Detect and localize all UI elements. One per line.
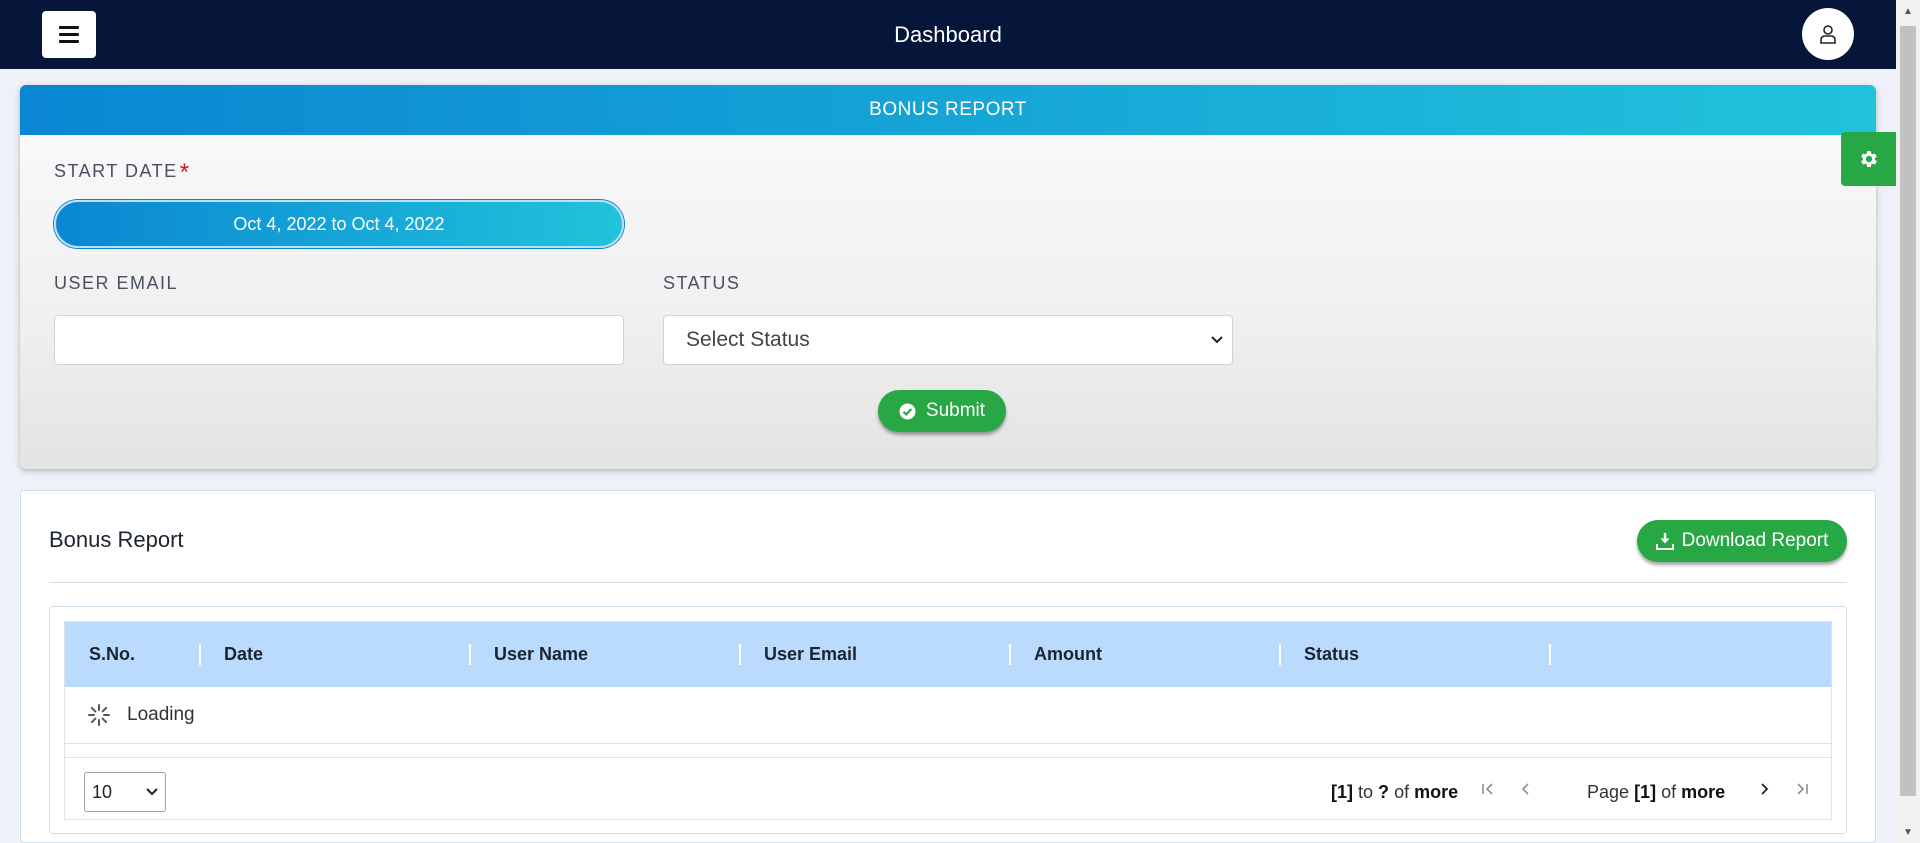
- column-resizer[interactable]: [1549, 644, 1551, 665]
- page-scrollbar[interactable]: ▲ ▼: [1896, 0, 1920, 843]
- column-header-status[interactable]: Status: [1304, 622, 1359, 687]
- user-email-label: USER EMAIL: [54, 273, 179, 293]
- status-select[interactable]: Select Status: [663, 315, 1233, 365]
- scroll-down-icon[interactable]: ▼: [1896, 821, 1920, 843]
- gear-icon: [1860, 151, 1877, 167]
- page-word: Page: [1587, 782, 1630, 802]
- row-range-summary: [1] to ? of more: [1331, 782, 1458, 803]
- chevron-down-icon: [1210, 316, 1224, 384]
- report-title: Bonus Report: [49, 527, 184, 552]
- first-page-icon[interactable]: [1477, 778, 1499, 800]
- settings-toggle-button[interactable]: [1841, 132, 1896, 186]
- filter-panel-header: BONUS REPORT: [20, 85, 1876, 135]
- report-table-wrapper: S.No. Date User Name User Email Amount S…: [49, 606, 1847, 834]
- required-mark: *: [179, 159, 191, 186]
- column-header-sno[interactable]: S.No.: [89, 622, 135, 687]
- status-label: STATUS: [663, 273, 741, 293]
- current-page: [1]: [1634, 782, 1657, 802]
- column-resizer[interactable]: [1279, 644, 1281, 665]
- check-circle-icon: [899, 403, 916, 419]
- filter-panel: BONUS REPORT START DATE* Oct 4, 2022 to …: [20, 85, 1876, 469]
- page-total: more: [1681, 782, 1726, 802]
- previous-page-icon[interactable]: [1515, 778, 1537, 800]
- download-icon: [1655, 532, 1674, 550]
- scroll-up-icon[interactable]: ▲: [1896, 0, 1920, 22]
- report-table: S.No. Date User Name User Email Amount S…: [64, 621, 1832, 820]
- top-navbar: Dashboard: [0, 0, 1896, 69]
- column-resizer[interactable]: [469, 644, 471, 665]
- download-report-button[interactable]: Download Report: [1637, 520, 1847, 562]
- column-header-user-email[interactable]: User Email: [764, 622, 857, 687]
- chevron-down-icon: [145, 773, 159, 826]
- scrollbar-thumb[interactable]: [1900, 26, 1916, 796]
- column-header-user-name[interactable]: User Name: [494, 622, 588, 687]
- start-date-label-text: START DATE: [54, 161, 178, 181]
- user-icon: [1820, 25, 1836, 44]
- range-to: ?: [1378, 782, 1390, 802]
- user-email-input[interactable]: [54, 315, 624, 365]
- download-report-label: Download Report: [1681, 530, 1829, 551]
- range-to-word: to: [1358, 782, 1374, 802]
- user-menu-button[interactable]: [1802, 8, 1854, 60]
- start-date-label: START DATE*: [54, 159, 191, 187]
- page-indicator: Page [1] of more: [1587, 782, 1725, 803]
- date-range-picker[interactable]: Oct 4, 2022 to Oct 4, 2022: [54, 200, 624, 248]
- table-spacer: [65, 744, 1831, 758]
- range-of-word: of: [1394, 782, 1410, 802]
- range-from: [1]: [1331, 782, 1353, 802]
- spinner-icon: [88, 704, 110, 726]
- status-select-value: Select Status: [686, 328, 810, 351]
- page-title: Dashboard: [894, 22, 1002, 47]
- range-total: more: [1414, 782, 1459, 802]
- column-resizer[interactable]: [199, 644, 201, 665]
- column-resizer[interactable]: [739, 644, 741, 665]
- page-size-value: 10: [92, 782, 113, 802]
- column-header-date[interactable]: Date: [224, 622, 263, 687]
- page-size-select[interactable]: 10: [84, 772, 166, 812]
- hamburger-icon: [59, 26, 79, 43]
- page-of-word: of: [1661, 782, 1677, 802]
- menu-toggle-button[interactable]: [42, 11, 96, 58]
- loading-text: Loading: [127, 704, 195, 725]
- next-page-icon[interactable]: [1753, 778, 1775, 800]
- report-panel: Bonus Report Download Report S.No. Date …: [20, 490, 1876, 843]
- column-resizer[interactable]: [1009, 644, 1011, 665]
- submit-button-label: Submit: [925, 400, 986, 421]
- last-page-icon[interactable]: [1791, 778, 1813, 800]
- loading-row: Loading: [65, 687, 1831, 744]
- column-header-amount[interactable]: Amount: [1034, 622, 1102, 687]
- table-header: S.No. Date User Name User Email Amount S…: [65, 622, 1831, 687]
- submit-button[interactable]: Submit: [878, 390, 1006, 432]
- report-divider: [49, 582, 1847, 583]
